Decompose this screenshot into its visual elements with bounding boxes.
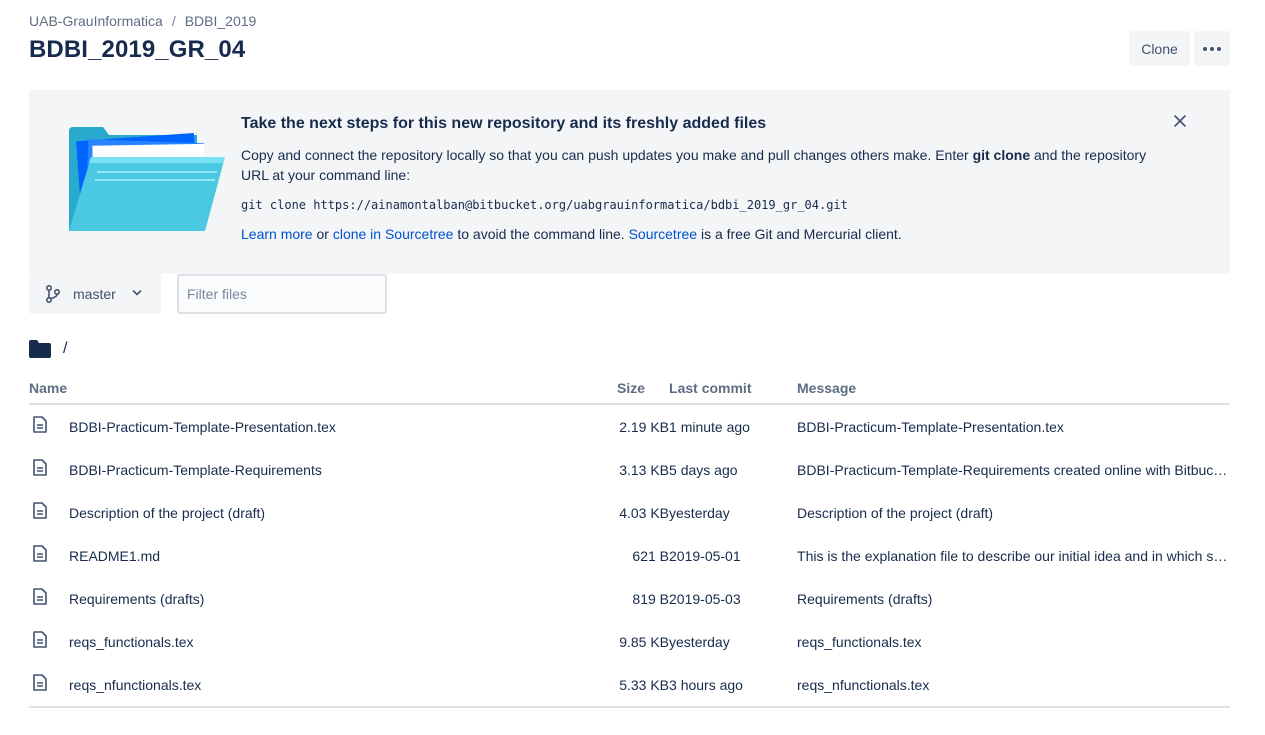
column-header-message[interactable]: Message — [797, 372, 1231, 405]
branch-name: master — [73, 286, 116, 302]
clone-command[interactable]: git clone https://ainamontalban@bitbucke… — [241, 198, 1161, 212]
table-row[interactable]: reqs_functionals.tex 9.85 KB yesterday r… — [29, 620, 1230, 663]
file-last-commit: 2019-05-03 — [669, 590, 741, 607]
file-commit-message[interactable]: This is the explanation file to describe… — [797, 534, 1230, 577]
file-icon — [33, 545, 47, 562]
file-name-link[interactable]: Description of the project (draft) — [69, 505, 265, 521]
file-size: 4.03 KB — [619, 504, 670, 521]
column-header-size[interactable]: Size — [569, 372, 670, 405]
breadcrumb-project[interactable]: BDBI_2019 — [185, 13, 257, 29]
file-icon — [33, 416, 47, 433]
file-last-commit: 1 minute ago — [669, 418, 750, 435]
path-root[interactable]: / — [63, 340, 67, 358]
banner-description: Copy and connect the repository locally … — [241, 145, 1161, 185]
sourcetree-link[interactable]: Sourcetree — [629, 226, 697, 242]
banner-footer-text: to avoid the command line. — [453, 226, 629, 242]
file-icon — [33, 674, 47, 691]
file-name-link[interactable]: Requirements (drafts) — [69, 591, 204, 607]
table-row[interactable]: reqs_nfunctionals.tex 5.33 KB 3 hours ag… — [29, 663, 1231, 708]
header-actions: Clone — [1129, 31, 1230, 66]
file-name-link[interactable]: BDBI-Practicum-Template-Presentation.tex — [69, 419, 336, 435]
file-last-commit: yesterday — [669, 633, 730, 650]
file-last-commit: 3 hours ago — [669, 663, 798, 708]
file-last-commit: yesterday — [669, 504, 730, 521]
table-row[interactable]: README1.md 621 B 2019-05-01 This is the … — [29, 534, 1230, 577]
file-icon — [33, 588, 47, 605]
close-icon[interactable] — [1172, 113, 1188, 129]
folder-icon — [29, 340, 51, 358]
file-commit-message[interactable]: BDBI-Practicum-Template-Requirements cre… — [797, 448, 1230, 491]
file-name-link[interactable]: reqs_nfunctionals.tex — [69, 677, 201, 693]
more-horizontal-icon — [1203, 46, 1221, 51]
banner-footer-text: is a free Git and Mercurial client. — [697, 226, 902, 242]
banner-footer-text: or — [312, 226, 333, 242]
branch-selector[interactable]: master — [29, 274, 161, 314]
file-size: 819 B — [632, 590, 670, 607]
banner-footer: Learn more or clone in Sourcetree to avo… — [241, 226, 1161, 242]
path-breadcrumb: / — [29, 340, 67, 358]
breadcrumb-workspace[interactable]: UAB-GrauInformatica — [29, 13, 163, 29]
breadcrumb: UAB-GrauInformatica / BDBI_2019 — [29, 13, 256, 29]
column-header-name[interactable]: Name — [29, 372, 570, 405]
git-clone-emphasis: git clone — [972, 147, 1031, 163]
chevron-down-icon — [132, 290, 142, 296]
file-size: 2.19 KB — [619, 418, 670, 435]
table-row[interactable]: Description of the project (draft) 4.03 … — [29, 491, 1230, 534]
column-header-last-commit[interactable]: Last commit — [669, 372, 798, 405]
filter-files-input[interactable] — [177, 274, 387, 314]
page-title: BDBI_2019_GR_04 — [29, 36, 246, 63]
table-row[interactable]: BDBI-Practicum-Template-Presentation.tex… — [29, 404, 1230, 448]
file-commit-message[interactable]: reqs_nfunctionals.tex — [797, 663, 1231, 708]
file-icon — [33, 459, 47, 476]
next-steps-banner: Take the next steps for this new reposit… — [29, 90, 1230, 274]
file-last-commit: 5 days ago — [669, 461, 738, 478]
file-commit-message[interactable]: Description of the project (draft) — [797, 491, 1230, 534]
file-commit-message[interactable]: reqs_functionals.tex — [797, 620, 1230, 663]
table-header-row: Name Size Last commit Message — [29, 372, 1231, 405]
clone-button[interactable]: Clone — [1129, 31, 1190, 66]
file-size: 3.13 KB — [619, 461, 670, 478]
file-size: 9.85 KB — [619, 633, 670, 650]
open-folder-illustration — [69, 127, 225, 231]
clone-in-sourcetree-link[interactable]: clone in Sourcetree — [333, 226, 454, 242]
table-row[interactable]: Requirements (drafts) 819 B 2019-05-03 R… — [29, 577, 1230, 620]
branch-icon — [46, 285, 61, 303]
learn-more-link[interactable]: Learn more — [241, 226, 313, 242]
breadcrumb-separator: / — [171, 13, 176, 29]
file-commit-message[interactable]: Requirements (drafts) — [797, 577, 1230, 620]
file-name-link[interactable]: reqs_functionals.tex — [69, 634, 194, 650]
banner-desc-text: Copy and connect the repository locally … — [241, 147, 973, 163]
banner-title: Take the next steps for this new reposit… — [241, 115, 767, 132]
file-name-link[interactable]: BDBI-Practicum-Template-Requirements — [69, 462, 322, 478]
file-name-link[interactable]: README1.md — [69, 548, 160, 564]
file-size: 5.33 KB — [569, 663, 670, 708]
table-row[interactable]: BDBI-Practicum-Template-Requirements 3.1… — [29, 448, 1230, 491]
file-size: 621 B — [632, 547, 670, 564]
file-icon — [33, 502, 47, 519]
file-last-commit: 2019-05-01 — [669, 547, 741, 564]
banner-content: Take the next steps for this new reposit… — [241, 115, 1161, 242]
file-commit-message[interactable]: BDBI-Practicum-Template-Presentation.tex — [797, 404, 1230, 448]
files-table: Name Size Last commit Message BDBI-Pract… — [29, 372, 1231, 708]
file-icon — [33, 631, 47, 648]
more-actions-button[interactable] — [1194, 31, 1230, 66]
